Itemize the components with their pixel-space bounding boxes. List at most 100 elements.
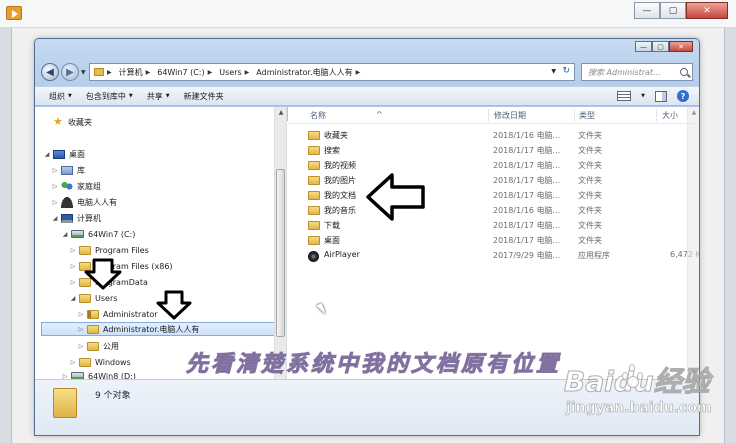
nav-label: Administrator.电脑人人有 [103,324,200,334]
collapsed-arrow-icon[interactable]: ▷ [69,263,77,270]
file-date: 2017/9/29 电脑... [493,251,561,260]
include-in-library-button[interactable]: 包含到库中 ▼ [86,91,133,102]
down-arrow-annotation-icon [156,290,192,320]
file-date: 2018/1/17 电脑... [493,236,561,245]
file-row[interactable]: 收藏夹 2018/1/16 电脑... 文件夹 [308,128,699,143]
airplayer-app-icon [308,251,319,262]
nav-item-windows[interactable]: ▷ Windows [69,355,131,369]
file-date: 2018/1/17 电脑... [493,176,561,185]
nav-label: 公用 [103,341,119,351]
collapsed-arrow-icon[interactable]: ▷ [77,343,85,350]
chevron-right-icon[interactable]: ▶ [107,69,112,76]
file-name: 我的视频 [324,161,356,170]
folder-icon [308,206,320,215]
file-name: 下载 [324,221,340,230]
minimize-button[interactable]: — [635,41,652,52]
address-dropdown-icon[interactable]: ▼ [551,68,556,75]
new-folder-button[interactable]: 新建文件夹 [184,91,224,102]
address-bar[interactable]: ▶ 计算机 ▶ 64Win7 (C:) ▶ Users ▶ Administra… [89,63,575,81]
share-button[interactable]: 共享 ▼ [147,91,170,102]
expanded-arrow-icon[interactable]: ◢ [69,295,77,302]
back-button[interactable]: ◀ [41,63,59,81]
computer-icon [61,213,73,223]
expanded-arrow-icon[interactable]: ◢ [51,215,59,222]
organize-button[interactable]: 组织 ▼ [49,91,72,102]
file-type: 文件夹 [578,146,602,155]
file-type: 文件夹 [578,131,602,140]
nav-item-homegroup[interactable]: ▷ 家庭组 [51,179,101,193]
nav-item-user[interactable]: ▷ 电脑人人有 [51,195,117,209]
column-name[interactable]: 名称 [310,110,326,121]
collapsed-arrow-icon[interactable]: ▷ [77,326,85,333]
file-list-scrollbar[interactable]: ▲ ▼ [687,107,699,379]
host-maximize-button[interactable]: ▢ [660,2,686,19]
column-type[interactable]: 类型 [579,110,595,121]
search-input[interactable] [588,66,676,78]
nav-item-drive-c[interactable]: ◢ 64Win7 (C:) [61,227,136,241]
nav-scrollbar[interactable]: ▲ ▼ [274,107,286,379]
nav-item-libraries[interactable]: ▷ 库 [51,163,85,177]
file-name: 我的文档 [324,191,356,200]
close-button[interactable]: ✕ [669,41,693,52]
file-type: 文件夹 [578,191,602,200]
left-arrow-annotation-icon [366,173,425,221]
nav-item-computer[interactable]: ◢ 计算机 [51,211,101,225]
collapsed-arrow-icon[interactable]: ▷ [77,311,85,318]
include-in-library-label: 包含到库中 [85,91,126,101]
file-row[interactable]: 我的视频 2018/1/17 电脑... 文件夹 [308,158,699,173]
chevron-right-icon[interactable]: ▶ [146,69,151,76]
nav-item-desktop[interactable]: ◢ 桌面 [43,147,85,161]
nav-item-administrator-user[interactable]: ▷ Administrator.电脑人人有 [41,322,285,336]
chevron-right-icon[interactable]: ▶ [208,69,213,76]
file-type: 应用程序 [578,251,610,260]
navigation-row: ◀ ▶ ▼ ▶ 计算机 ▶ 64Win7 (C:) ▶ Users ▶ Admi… [41,62,693,84]
search-icon[interactable] [680,68,688,76]
maximize-button[interactable]: ▢ [652,41,669,52]
column-date[interactable]: 修改日期 [494,110,526,121]
nav-item-public[interactable]: ▷ 公用 [77,339,119,353]
view-options-icon[interactable] [617,91,632,101]
file-row[interactable]: 桌面 2018/1/17 电脑... 文件夹 [308,233,699,248]
file-row[interactable]: 搜索 2018/1/17 电脑... 文件夹 [308,143,699,158]
nav-label: 家庭组 [77,181,101,191]
file-row[interactable]: AirPlayer 2017/9/29 电脑... 应用程序 6,472 K [308,248,699,263]
expanded-arrow-icon[interactable]: ◢ [61,231,69,238]
collapsed-arrow-icon[interactable]: ▷ [69,279,77,286]
scroll-up-icon[interactable]: ▲ [275,107,287,119]
column-divider[interactable] [656,109,657,122]
search-box[interactable] [581,63,693,81]
collapsed-arrow-icon[interactable]: ▷ [51,183,59,190]
collapsed-arrow-icon[interactable]: ▷ [69,359,77,366]
file-date: 2018/1/16 电脑... [493,206,561,215]
nav-scroll-thumb[interactable] [276,169,285,337]
collapsed-arrow-icon[interactable]: ▷ [51,167,59,174]
breadcrumb-administrator[interactable]: Administrator.电脑人人有 [256,67,352,78]
nav-item-administrator[interactable]: ▷ Administrator [77,307,158,321]
nav-item-program-files[interactable]: ▷ Program Files [69,243,149,257]
recent-pages-dropdown[interactable]: ▼ [81,69,86,76]
refresh-icon[interactable]: ↻ [562,66,570,76]
folder-large-icon [53,388,77,418]
column-size[interactable]: 大小 [662,110,678,121]
breadcrumb-users[interactable]: Users [219,68,241,77]
breadcrumb-computer[interactable]: 计算机 [119,67,143,78]
chevron-right-icon[interactable]: ▶ [356,69,361,76]
column-divider[interactable] [488,109,489,122]
expanded-arrow-icon[interactable]: ◢ [43,151,51,158]
nav-item-favorites[interactable]: ★ 收藏夹 [43,115,92,129]
breadcrumb-drive-c[interactable]: 64Win7 (C:) [157,68,204,77]
file-name: AirPlayer [324,250,360,259]
column-divider[interactable] [574,109,575,122]
organize-label: 组织 [49,91,65,101]
scroll-up-icon[interactable]: ▲ [688,107,699,119]
help-icon[interactable]: ? [677,90,689,102]
collapsed-arrow-icon[interactable]: ▷ [51,199,59,206]
chevron-right-icon[interactable]: ▶ [245,69,250,76]
forward-button[interactable]: ▶ [61,63,79,81]
host-close-button[interactable]: ✕ [686,2,728,19]
caret-down-icon[interactable]: ▼ [641,93,645,99]
host-minimize-button[interactable]: — [634,2,660,19]
collapsed-arrow-icon[interactable]: ▷ [69,247,77,254]
preview-pane-icon[interactable] [655,90,667,102]
nav-item-users[interactable]: ◢ Users [69,291,117,305]
